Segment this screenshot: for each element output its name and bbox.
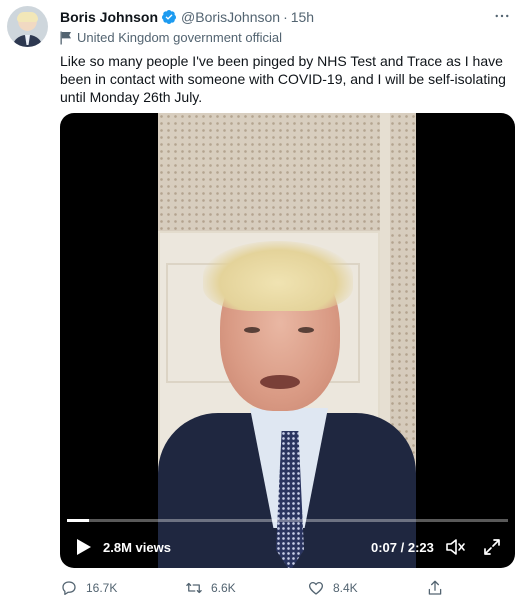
reply-icon (62, 581, 76, 596)
video-player[interactable]: 2.8M views 0:07 / 2:23 (60, 113, 515, 568)
tweet-actions: 16.7K 6.6K 8.4K (60, 578, 460, 598)
more-options-icon[interactable] (492, 6, 512, 26)
avatar-hair (17, 12, 38, 22)
play-icon[interactable] (76, 538, 92, 556)
retweet-button[interactable]: 6.6K (185, 578, 236, 598)
tweet-header: Boris Johnson @BorisJohnson · 15h (60, 8, 314, 26)
video-controls: 2.8M views 0:07 / 2:23 (60, 533, 515, 563)
share-button[interactable] (426, 578, 452, 598)
fullscreen-icon[interactable] (482, 537, 502, 557)
like-count: 8.4K (333, 581, 358, 595)
reply-count: 16.7K (86, 581, 118, 595)
verified-badge-icon (162, 10, 177, 24)
government-label[interactable]: United Kingdom government official (60, 30, 282, 45)
author-handle[interactable]: @BorisJohnson (181, 9, 280, 25)
tweet[interactable]: Boris Johnson @BorisJohnson · 15h United… (0, 0, 523, 601)
video-progress-bar[interactable] (67, 519, 508, 522)
share-icon (428, 580, 442, 595)
government-label-text: United Kingdom government official (77, 30, 282, 45)
retweet-count: 6.6K (211, 581, 236, 595)
view-count: 2.8M views (103, 540, 171, 555)
tweet-text: Like so many people I've been pinged by … (60, 53, 506, 105)
volume-icon[interactable] (445, 537, 467, 557)
like-button[interactable]: 8.4K (307, 578, 358, 598)
video-timecode: 0:07 / 2:23 (371, 540, 434, 555)
avatar[interactable] (7, 6, 48, 47)
tweet-time[interactable]: 15h (291, 9, 314, 25)
heart-icon (308, 581, 324, 595)
retweet-icon (186, 582, 202, 594)
video-hair (203, 241, 353, 311)
video-frame (158, 113, 416, 568)
author-name[interactable]: Boris Johnson (60, 9, 158, 25)
flag-icon (60, 31, 71, 44)
reply-button[interactable]: 16.7K (60, 578, 117, 598)
separator-dot: · (283, 9, 288, 25)
video-progress-fill (67, 519, 90, 522)
